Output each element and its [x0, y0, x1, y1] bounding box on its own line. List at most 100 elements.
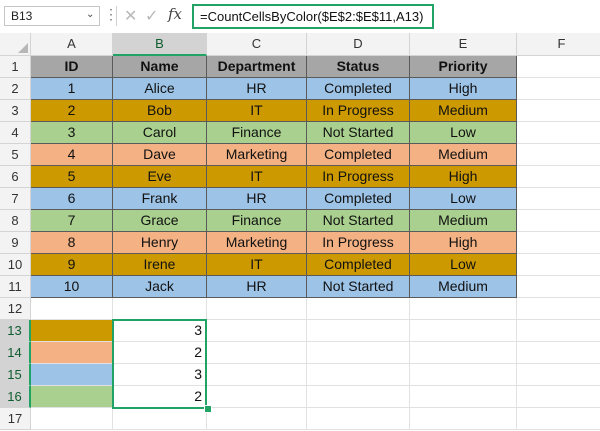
- table-cell[interactable]: Not Started: [307, 122, 410, 144]
- table-cell[interactable]: High: [410, 232, 517, 254]
- row-header-17[interactable]: 17: [0, 408, 31, 430]
- table-cell[interactable]: Not Started: [307, 210, 410, 232]
- cell[interactable]: [307, 342, 410, 364]
- cell[interactable]: [207, 364, 307, 386]
- cell[interactable]: [517, 386, 600, 408]
- table-cell[interactable]: In Progress: [307, 100, 410, 122]
- table-cell[interactable]: Completed: [307, 254, 410, 276]
- cancel-icon[interactable]: ✕: [124, 6, 137, 26]
- row-header-6[interactable]: 6: [0, 166, 31, 188]
- cell[interactable]: [517, 232, 600, 254]
- table-header-cell[interactable]: Name: [113, 56, 207, 78]
- row-header-15[interactable]: 15: [0, 364, 31, 386]
- cell[interactable]: [31, 408, 113, 430]
- insert-function-icon[interactable]: fx: [168, 5, 182, 23]
- cell[interactable]: [307, 364, 410, 386]
- cell[interactable]: [517, 298, 600, 320]
- formula-input[interactable]: =CountCellsByColor($E$2:$E$11,A13): [192, 4, 434, 29]
- row-header-8[interactable]: 8: [0, 210, 31, 232]
- table-cell[interactable]: Finance: [207, 210, 307, 232]
- table-cell[interactable]: Low: [410, 122, 517, 144]
- table-cell[interactable]: 7: [31, 210, 113, 232]
- column-header-e[interactable]: E: [410, 33, 517, 56]
- cell[interactable]: [207, 408, 307, 430]
- table-cell[interactable]: Medium: [410, 144, 517, 166]
- cell[interactable]: [207, 320, 307, 342]
- row-header-14[interactable]: 14: [0, 342, 31, 364]
- cell[interactable]: [517, 342, 600, 364]
- select-all-button[interactable]: [0, 33, 31, 56]
- cell[interactable]: [31, 298, 113, 320]
- table-header-cell[interactable]: Status: [307, 56, 410, 78]
- count-result-cell[interactable]: 3: [113, 364, 207, 386]
- cell[interactable]: [207, 342, 307, 364]
- cell[interactable]: [517, 100, 600, 122]
- table-cell[interactable]: High: [410, 166, 517, 188]
- cell[interactable]: [307, 386, 410, 408]
- table-cell[interactable]: Low: [410, 188, 517, 210]
- cell[interactable]: [410, 408, 517, 430]
- cell[interactable]: [113, 298, 207, 320]
- cell[interactable]: [517, 276, 600, 298]
- table-cell[interactable]: Henry: [113, 232, 207, 254]
- cell[interactable]: [517, 210, 600, 232]
- table-cell[interactable]: In Progress: [307, 166, 410, 188]
- cell[interactable]: [410, 342, 517, 364]
- table-cell[interactable]: HR: [207, 78, 307, 100]
- cell[interactable]: [207, 298, 307, 320]
- cell[interactable]: [410, 386, 517, 408]
- table-cell[interactable]: High: [410, 78, 517, 100]
- column-header-a[interactable]: A: [31, 33, 113, 56]
- cell[interactable]: [517, 144, 600, 166]
- table-cell[interactable]: Eve: [113, 166, 207, 188]
- table-cell[interactable]: Frank: [113, 188, 207, 210]
- row-header-12[interactable]: 12: [0, 298, 31, 320]
- table-cell[interactable]: Low: [410, 254, 517, 276]
- table-cell[interactable]: 5: [31, 166, 113, 188]
- table-cell[interactable]: IT: [207, 166, 307, 188]
- cell[interactable]: [307, 320, 410, 342]
- table-cell[interactable]: Completed: [307, 188, 410, 210]
- table-cell[interactable]: 10: [31, 276, 113, 298]
- table-cell[interactable]: Grace: [113, 210, 207, 232]
- cell[interactable]: [410, 320, 517, 342]
- cell[interactable]: [517, 364, 600, 386]
- table-cell[interactable]: 6: [31, 188, 113, 210]
- table-cell[interactable]: IT: [207, 100, 307, 122]
- cell[interactable]: [410, 364, 517, 386]
- row-header-11[interactable]: 11: [0, 276, 31, 298]
- table-cell[interactable]: Dave: [113, 144, 207, 166]
- cell[interactable]: [517, 122, 600, 144]
- fill-handle[interactable]: [204, 405, 212, 413]
- row-header-2[interactable]: 2: [0, 78, 31, 100]
- cell[interactable]: [517, 254, 600, 276]
- row-header-5[interactable]: 5: [0, 144, 31, 166]
- cell[interactable]: [517, 408, 600, 430]
- table-cell[interactable]: Completed: [307, 78, 410, 100]
- row-header-7[interactable]: 7: [0, 188, 31, 210]
- row-header-13[interactable]: 13: [0, 320, 31, 342]
- table-cell[interactable]: 9: [31, 254, 113, 276]
- table-header-cell[interactable]: Priority: [410, 56, 517, 78]
- table-cell[interactable]: Alice: [113, 78, 207, 100]
- table-cell[interactable]: Medium: [410, 276, 517, 298]
- cell[interactable]: [517, 56, 600, 78]
- table-cell[interactable]: Completed: [307, 144, 410, 166]
- row-header-10[interactable]: 10: [0, 254, 31, 276]
- cell[interactable]: [307, 408, 410, 430]
- cell[interactable]: [113, 408, 207, 430]
- row-header-4[interactable]: 4: [0, 122, 31, 144]
- cell[interactable]: [517, 166, 600, 188]
- cell[interactable]: [517, 188, 600, 210]
- enter-icon[interactable]: ✓: [145, 6, 158, 26]
- row-header-9[interactable]: 9: [0, 232, 31, 254]
- chevron-down-icon[interactable]: ⌄: [86, 9, 94, 20]
- count-result-cell[interactable]: 2: [113, 386, 207, 408]
- table-cell[interactable]: HR: [207, 188, 307, 210]
- count-result-cell[interactable]: 3: [113, 320, 207, 342]
- table-cell[interactable]: 3: [31, 122, 113, 144]
- table-cell[interactable]: Medium: [410, 210, 517, 232]
- table-cell[interactable]: Finance: [207, 122, 307, 144]
- table-cell[interactable]: 2: [31, 100, 113, 122]
- table-cell[interactable]: Carol: [113, 122, 207, 144]
